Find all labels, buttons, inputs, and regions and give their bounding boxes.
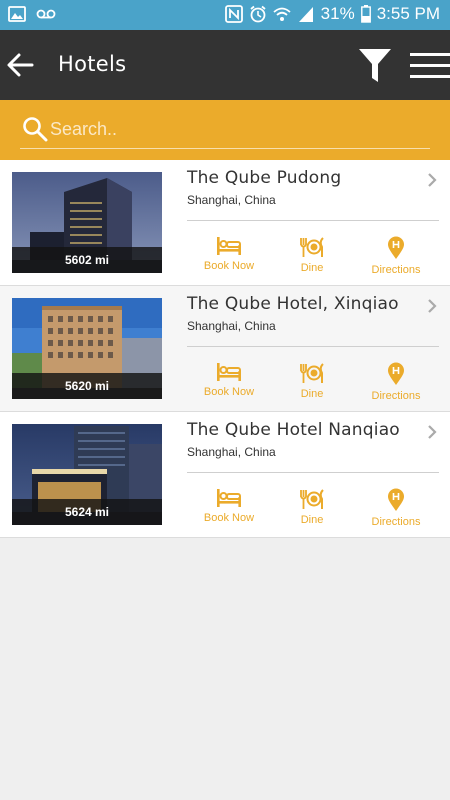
clock: 3:55 PM <box>376 4 440 23</box>
hotel-list-item[interactable]: 5620 mi The Qube Hotel, Xinqiao Shanghai… <box>0 286 450 412</box>
chevron-right-icon[interactable] <box>425 173 439 187</box>
alarm-icon <box>250 5 266 23</box>
book-now-button[interactable]: Book Now <box>199 236 259 272</box>
chevron-right-icon[interactable] <box>425 299 439 313</box>
map-pin-icon <box>388 362 404 385</box>
hotel-location: Shanghai, China <box>187 193 276 207</box>
book-now-button[interactable]: Book Now <box>199 488 259 524</box>
hotel-photo: 5602 mi <box>12 172 162 273</box>
search-underline <box>20 148 430 149</box>
book-now-label: Book Now <box>203 260 255 272</box>
dine-label: Dine <box>300 262 324 274</box>
distance-label: 5624 mi <box>12 499 162 525</box>
nfc-icon <box>224 5 243 23</box>
dine-label: Dine <box>300 388 324 400</box>
dine-button[interactable]: Dine <box>292 236 332 274</box>
battery-icon <box>360 5 371 23</box>
back-arrow-icon[interactable] <box>6 51 34 79</box>
chevron-right-icon[interactable] <box>425 425 439 439</box>
directions-button[interactable]: Directions <box>366 236 426 276</box>
battery-percent: 31% <box>320 4 355 23</box>
divider <box>187 472 439 473</box>
directions-label: Directions <box>371 264 421 276</box>
directions-button[interactable]: Directions <box>366 488 426 528</box>
wifi-icon <box>273 7 291 21</box>
distance-label: 5620 mi <box>12 373 162 399</box>
page-title: Hotels <box>58 52 127 76</box>
voicemail-icon <box>36 9 56 19</box>
app-bar: Hotels <box>0 30 450 100</box>
book-now-label: Book Now <box>203 386 255 398</box>
dine-icon <box>300 237 324 257</box>
hotel-photo: 5620 mi <box>12 298 162 399</box>
hotel-location: Shanghai, China <box>187 319 276 333</box>
bed-icon <box>217 237 241 255</box>
directions-button[interactable]: Directions <box>366 362 426 402</box>
hotel-name: The Qube Hotel Nanqiao <box>187 420 400 440</box>
divider <box>187 346 439 347</box>
hotel-name: The Qube Pudong <box>187 168 342 188</box>
bed-icon <box>217 489 241 507</box>
search-icon <box>23 117 48 142</box>
book-now-button[interactable]: Book Now <box>199 362 259 398</box>
hamburger-menu-icon[interactable] <box>410 50 450 82</box>
dine-icon <box>300 489 324 509</box>
dine-button[interactable]: Dine <box>292 488 332 526</box>
hotel-name: The Qube Hotel, Xinqiao <box>187 294 399 314</box>
hotel-list-item[interactable]: 5624 mi The Qube Hotel Nanqiao Shanghai,… <box>0 412 450 538</box>
search-bar <box>0 100 450 160</box>
bed-icon <box>217 363 241 381</box>
hotel-list: 5602 mi The Qube Pudong Shanghai, China … <box>0 160 450 538</box>
distance-label: 5602 mi <box>12 247 162 273</box>
directions-label: Directions <box>371 516 421 528</box>
dine-label: Dine <box>300 514 324 526</box>
book-now-label: Book Now <box>203 512 255 524</box>
dine-button[interactable]: Dine <box>292 362 332 400</box>
directions-label: Directions <box>371 390 421 402</box>
map-pin-icon <box>388 236 404 259</box>
hotel-location: Shanghai, China <box>187 445 276 459</box>
filter-icon[interactable] <box>358 48 392 84</box>
hotel-list-item[interactable]: 5602 mi The Qube Pudong Shanghai, China … <box>0 160 450 286</box>
gallery-notification-icon <box>8 6 26 22</box>
signal-icon <box>298 7 313 22</box>
status-bar: 31% 3:55 PM <box>0 0 450 30</box>
dine-icon <box>300 363 324 383</box>
search-input[interactable] <box>50 115 420 143</box>
divider <box>187 220 439 221</box>
hotel-photo: 5624 mi <box>12 424 162 525</box>
map-pin-icon <box>388 488 404 511</box>
